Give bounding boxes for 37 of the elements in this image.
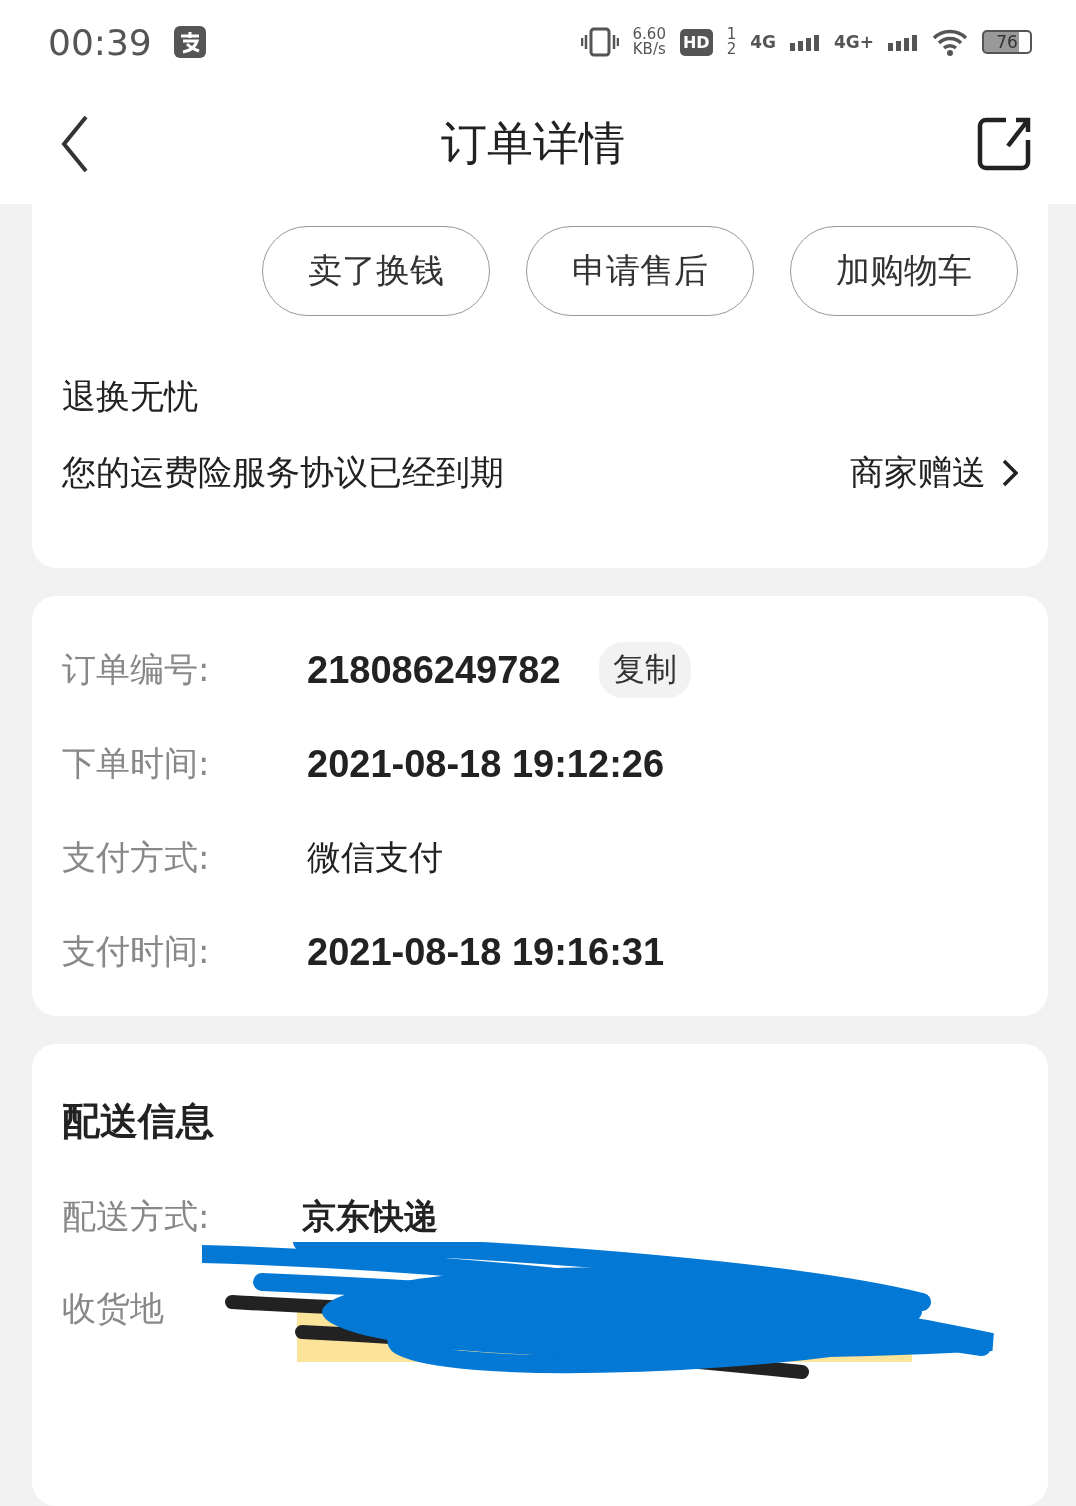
field-label: 收货地 — [62, 1287, 164, 1330]
copy-button[interactable]: 复制 — [598, 642, 691, 698]
status-time: 00:39 — [48, 21, 152, 63]
net-speed: 6.60 — [632, 27, 666, 42]
chevron-right-icon — [1002, 459, 1018, 487]
field-value: 京东快递 — [302, 1195, 438, 1238]
field-label: 支付方式: — [62, 836, 211, 879]
insurance-message: 您的运费险服务协议已经到期 — [62, 451, 504, 494]
sim-number: 1 — [726, 27, 737, 42]
share-button[interactable] — [976, 116, 1032, 172]
field-label: 支付时间: — [62, 930, 211, 973]
field-label: 配送方式: — [62, 1195, 211, 1238]
net-speed-unit: KB/s — [632, 42, 666, 57]
merchant-gift-link[interactable]: 商家赠送 — [850, 450, 1018, 496]
back-button[interactable] — [60, 114, 90, 174]
wifi-icon — [932, 28, 968, 56]
vibrate-icon — [580, 27, 619, 57]
field-label: 订单编号: — [62, 648, 211, 691]
field-value: 微信支付 — [307, 836, 443, 879]
network-type: 4G+ — [833, 32, 874, 52]
battery-level: 76 — [982, 30, 1032, 54]
action-button[interactable]: 卖了换钱 — [262, 226, 490, 316]
section-title: 配送信息 — [62, 1098, 215, 1145]
field-value: 218086249782 — [307, 648, 561, 692]
field-value: 2021-08-18 19:12:26 — [307, 742, 665, 786]
field-value: 2021-08-18 19:16:31 — [307, 930, 665, 974]
action-button[interactable]: 加购物车 — [790, 226, 1018, 316]
network-type: 4G — [750, 32, 776, 52]
signal-icon — [789, 33, 820, 51]
page-title: 订单详情 — [441, 115, 625, 172]
field-label: 下单时间: — [62, 742, 211, 785]
sim-number: 2 — [726, 42, 737, 57]
payment-app-icon — [173, 26, 206, 58]
signal-icon — [888, 33, 918, 51]
hd-badge: HD — [679, 28, 713, 56]
action-button[interactable]: 申请售后 — [526, 226, 754, 316]
insurance-title: 退换无忧 — [62, 375, 199, 418]
